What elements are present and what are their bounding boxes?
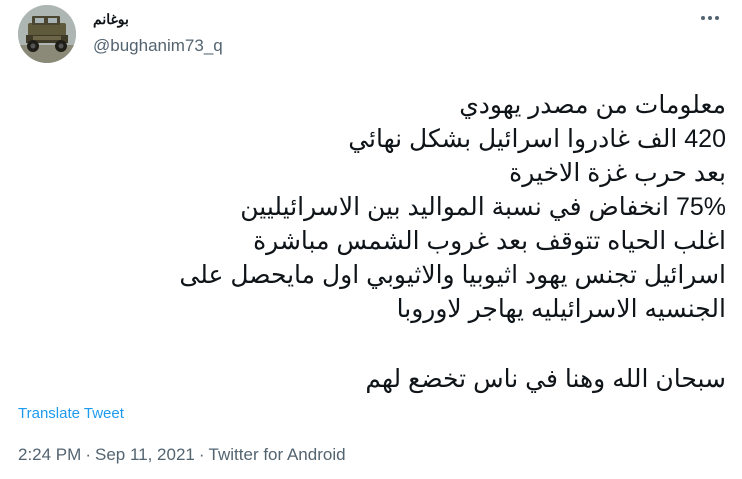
- user-handle[interactable]: @bughanim73_q: [93, 36, 223, 56]
- tweet-line: الجنسيه الاسرائيليه يهاجر لاوروبا: [396, 295, 726, 323]
- tweet-source[interactable]: Twitter for Android: [209, 445, 346, 464]
- tweet-line: معلومات من مصدر يهودي: [459, 91, 726, 119]
- tweet-line: اغلب الحياه تتوقف بعد غروب الشمس مباشرة: [253, 227, 726, 255]
- tweet-text: معلومات من مصدر يهودي 420 الف غادروا اسر…: [26, 88, 726, 396]
- separator: ·: [85, 445, 91, 464]
- tweet-date[interactable]: Sep 11, 2021: [95, 445, 195, 464]
- translate-tweet-link[interactable]: Translate Tweet: [18, 405, 124, 422]
- tweet-line: سبحان الله وهنا في ناس تخضع لهم: [365, 365, 726, 393]
- more-horizontal-icon[interactable]: [696, 8, 724, 28]
- tweet-line: بعد حرب غزة الاخيرة: [509, 159, 726, 187]
- tweet-line: 420 الف غادروا اسرائيل بشكل نهائي: [348, 125, 726, 153]
- separator: ·: [198, 445, 205, 464]
- profile-image-vehicle: [18, 5, 76, 63]
- tweet-metadata: 2:24 PM · Sep 11, 2021 · Twitter for Android: [18, 445, 346, 465]
- display-name[interactable]: بوغانم: [93, 11, 129, 28]
- tweet-time[interactable]: 2:24 PM: [18, 445, 81, 464]
- tweet-line: 75% انخفاض في نسبة المواليد بين الاسرائي…: [240, 193, 726, 221]
- tweet-line: اسرائيل تجنس يهود اثيوبيا والاثيوبي اول …: [179, 261, 726, 289]
- avatar[interactable]: [18, 5, 76, 63]
